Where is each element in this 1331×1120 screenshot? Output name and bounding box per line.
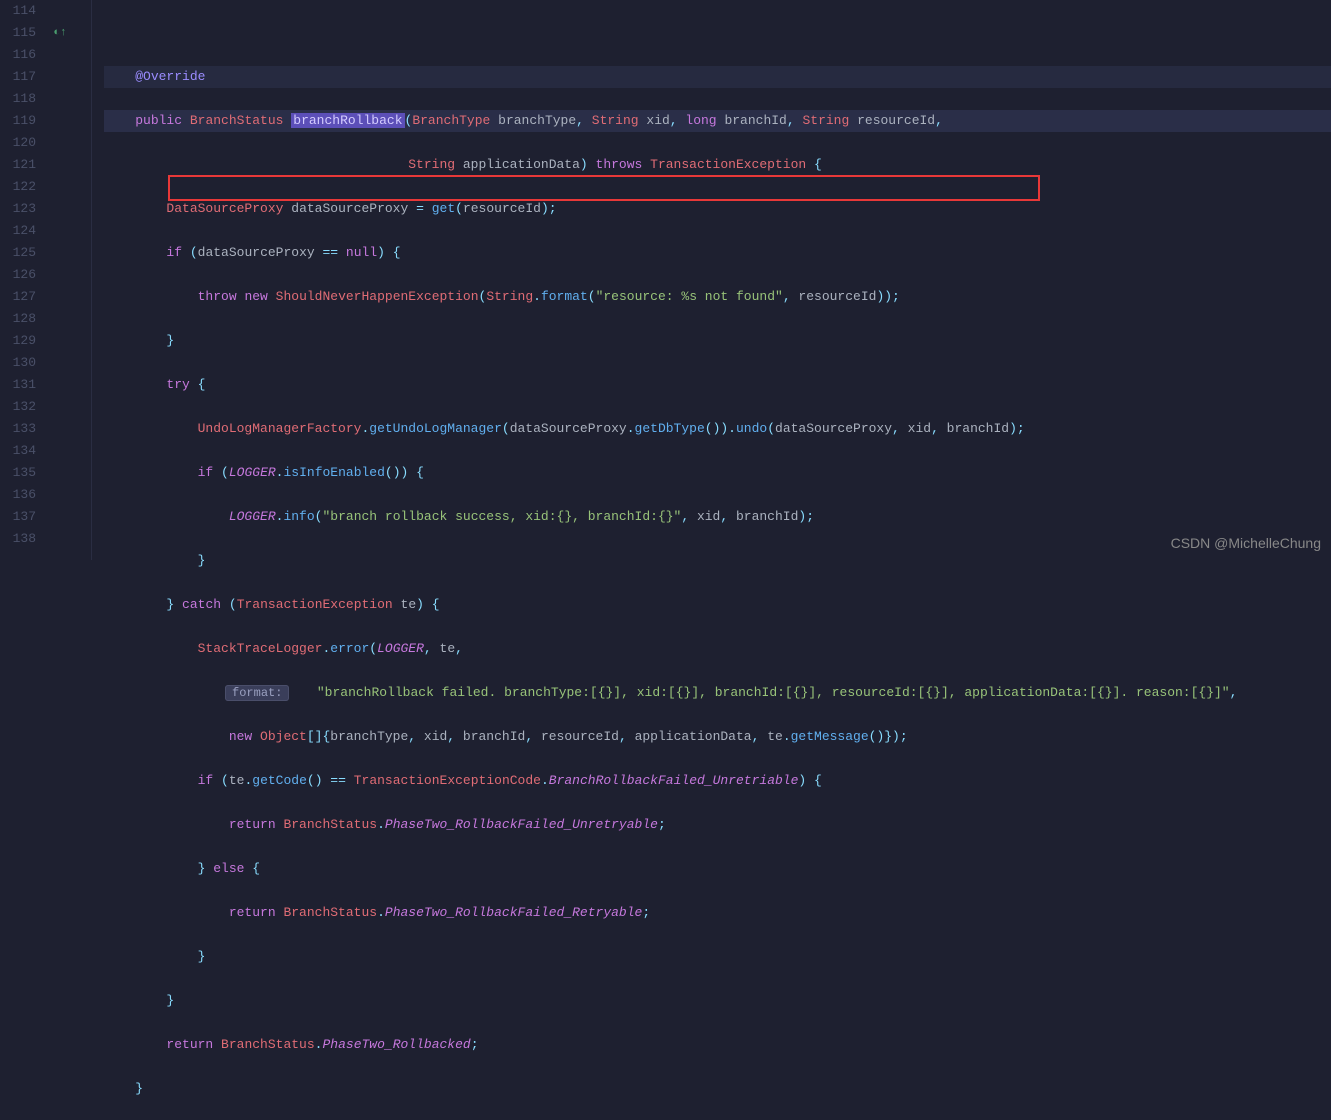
annotation: @Override — [135, 69, 205, 84]
line-number: 118 — [0, 88, 36, 110]
line-number: 115 — [0, 22, 36, 44]
line-number: 125 — [0, 242, 36, 264]
parameter-hint: format: — [225, 685, 289, 701]
line-number: 135 — [0, 462, 36, 484]
line-number: 133 — [0, 418, 36, 440]
line-number: 120 — [0, 132, 36, 154]
line-number: 121 — [0, 154, 36, 176]
line-number: 134 — [0, 440, 36, 462]
override-gutter-icon[interactable]: ◐↑ — [53, 22, 66, 44]
line-number: 126 — [0, 264, 36, 286]
line-number: 114 — [0, 0, 36, 22]
line-number: 137 — [0, 506, 36, 528]
line-number-gutter: 114 115 116 117 118 119 120 121 122 123 … — [0, 0, 48, 560]
gutter-icon-column: ◐↑ — [48, 0, 72, 560]
line-number: 127 — [0, 286, 36, 308]
line-number: 129 — [0, 330, 36, 352]
line-number: 136 — [0, 484, 36, 506]
method-name-highlighted: branchRollback — [291, 113, 404, 128]
line-number: 116 — [0, 44, 36, 66]
line-number: 132 — [0, 396, 36, 418]
line-number: 131 — [0, 374, 36, 396]
line-number: 130 — [0, 352, 36, 374]
line-number: 124 — [0, 220, 36, 242]
line-number: 119 — [0, 110, 36, 132]
code-editor[interactable]: 114 115 116 117 118 119 120 121 122 123 … — [0, 0, 1331, 560]
line-number: 123 — [0, 198, 36, 220]
line-number: 128 — [0, 308, 36, 330]
line-number: 122 — [0, 176, 36, 198]
code-area[interactable]: @Override public BranchStatus branchRoll… — [92, 0, 1331, 560]
line-number: 138 — [0, 528, 36, 550]
line-number: 117 — [0, 66, 36, 88]
indent-guide — [72, 0, 92, 560]
watermark-text: CSDN @MichelleChung — [1171, 532, 1321, 554]
